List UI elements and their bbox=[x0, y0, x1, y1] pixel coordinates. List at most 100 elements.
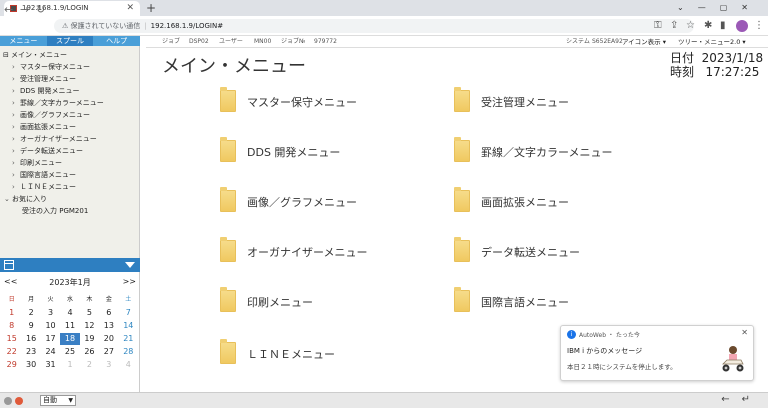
date-time-block: 日付 2023/1/18 時刻 17:27:25 bbox=[670, 51, 763, 79]
calendar-day[interactable]: 2 bbox=[21, 307, 40, 319]
chevron-right-icon: › bbox=[12, 135, 15, 143]
tree-item[interactable]: › 罫線／文字カラーメニュー bbox=[12, 97, 104, 109]
calendar-day[interactable]: 5 bbox=[80, 307, 99, 319]
menu-tab-spool[interactable]: スプール bbox=[46, 36, 94, 46]
calendar-day[interactable]: 7 bbox=[119, 307, 138, 319]
calendar-day[interactable]: 14 bbox=[119, 320, 138, 332]
more-menu-icon[interactable]: ⋮ bbox=[754, 20, 764, 32]
back-icon[interactable]: ← bbox=[4, 2, 13, 18]
tree-root[interactable]: ⊟ メイン・メニュー bbox=[3, 49, 67, 61]
calendar-day[interactable]: 18 bbox=[60, 333, 80, 345]
calendar-day[interactable]: 1 bbox=[2, 307, 21, 319]
calendar-day[interactable]: 1 bbox=[60, 359, 79, 371]
tree-menu-label: ツリー・メニュー2.0 bbox=[678, 38, 741, 46]
sidepanel-icon[interactable]: ▮ bbox=[720, 20, 726, 32]
date-label: 日付 bbox=[670, 51, 695, 65]
scooter-illustration-icon bbox=[722, 346, 744, 372]
tree-item[interactable]: › ＬＩＮＥメニュー bbox=[12, 181, 76, 193]
mode-select[interactable]: 自動 ▼ bbox=[40, 395, 76, 406]
icon-view-dropdown[interactable]: アイコン表示 ▾ bbox=[622, 37, 666, 47]
tree-item-label: 画面拡張メニュー bbox=[20, 123, 76, 131]
extensions-icon[interactable]: ✱ bbox=[704, 20, 712, 32]
stop-indicator-icon[interactable] bbox=[15, 397, 23, 405]
weekday-header: 木 bbox=[86, 296, 93, 303]
calendar-day[interactable]: 4 bbox=[60, 307, 79, 319]
tree-item[interactable]: › 画面拡張メニュー bbox=[12, 121, 76, 133]
tree-item[interactable]: › データ転送メニュー bbox=[12, 145, 83, 157]
calendar-day[interactable]: 29 bbox=[2, 359, 21, 371]
reload-icon[interactable]: ↻ bbox=[36, 2, 45, 18]
calendar-day[interactable]: 23 bbox=[21, 346, 40, 358]
new-tab-button[interactable]: + bbox=[146, 0, 156, 16]
calendar-day[interactable]: 27 bbox=[99, 346, 118, 358]
window-controls[interactable]: ⌄—▢✕ bbox=[677, 0, 762, 16]
tree-item-label: 印刷メニュー bbox=[20, 159, 62, 167]
close-tab-icon[interactable]: ✕ bbox=[126, 1, 134, 16]
collapse-calendar-icon[interactable] bbox=[125, 262, 135, 268]
tree-item[interactable]: › マスター保守メニュー bbox=[12, 61, 90, 73]
calendar-day[interactable]: 21 bbox=[119, 333, 138, 345]
calendar-day[interactable]: 8 bbox=[2, 320, 21, 332]
calendar-day[interactable]: 22 bbox=[2, 346, 21, 358]
tree-item[interactable]: › 画像／グラフメニュー bbox=[12, 109, 90, 121]
status-nav-icons[interactable]: ←↵ bbox=[721, 394, 762, 405]
notification-message: 本日２１時にシステムを停止します。 bbox=[567, 363, 677, 371]
menu-item-label: データ転送メニュー bbox=[481, 246, 580, 259]
status-indicator-icon[interactable] bbox=[4, 397, 12, 405]
calendar-day[interactable]: 28 bbox=[119, 346, 138, 358]
favorite-item-label: 受注の入力 PGM201 bbox=[22, 207, 89, 215]
calendar-day[interactable]: 3 bbox=[41, 307, 60, 319]
system-value: S652EA92 bbox=[592, 38, 623, 45]
weekday-header: 月 bbox=[28, 296, 35, 303]
notification-toast[interactable]: i AutoWeb ・ たった今 ✕ IBM i からのメッセージ 本日２１時に… bbox=[560, 325, 754, 381]
calendar-day[interactable]: 17 bbox=[41, 333, 60, 345]
calendar-day[interactable]: 15 bbox=[2, 333, 21, 345]
notification-source: AutoWeb ・ たった今 bbox=[579, 332, 640, 339]
tree-menu-dropdown[interactable]: ツリー・メニュー2.0 ▾ bbox=[678, 37, 746, 47]
calendar-day[interactable]: 25 bbox=[60, 346, 79, 358]
calendar-day[interactable]: 11 bbox=[60, 320, 79, 332]
menu-tab-help[interactable]: ヘルプ bbox=[93, 36, 140, 46]
calendar-next-button[interactable]: >> bbox=[123, 277, 136, 286]
calendar-day[interactable]: 2 bbox=[80, 359, 99, 371]
calendar-day[interactable]: 3 bbox=[99, 359, 118, 371]
calendar-day[interactable]: 4 bbox=[119, 359, 138, 371]
calendar-day[interactable]: 6 bbox=[99, 307, 118, 319]
warning-icon: ⚠ bbox=[62, 22, 71, 30]
bookmark-star-icon[interactable]: ☆ bbox=[686, 20, 695, 32]
menu-item-label: 印刷メニュー bbox=[247, 296, 313, 309]
tree-item[interactable]: › 国際言語メニュー bbox=[12, 169, 76, 181]
menu-tab-menu[interactable]: メニュー bbox=[0, 36, 47, 46]
close-icon[interactable]: ✕ bbox=[741, 328, 748, 337]
calendar-day[interactable]: 24 bbox=[41, 346, 60, 358]
calendar-title: 2023年1月 bbox=[49, 278, 91, 287]
chevron-right-icon: › bbox=[12, 111, 15, 119]
calendar-day[interactable]: 13 bbox=[99, 320, 118, 332]
calendar-day[interactable]: 26 bbox=[80, 346, 99, 358]
calendar-day[interactable]: 19 bbox=[80, 333, 99, 345]
calendar-day[interactable]: 10 bbox=[41, 320, 60, 332]
tree-item[interactable]: › オーガナイザーメニュー bbox=[12, 133, 97, 145]
tree-item-label: 国際言語メニュー bbox=[20, 171, 76, 179]
tree-favorites[interactable]: ⌄ お気に入り bbox=[4, 193, 47, 205]
tree-item[interactable]: › 受注管理メニュー bbox=[12, 73, 76, 85]
tree-item[interactable]: › 印刷メニュー bbox=[12, 157, 62, 169]
folder-icon bbox=[454, 237, 470, 262]
calendar-day[interactable]: 9 bbox=[21, 320, 40, 332]
address-bar[interactable]: ⚠ 保護されていない通信 | 192.168.1.9/LOGIN# bbox=[54, 19, 694, 33]
profile-avatar[interactable] bbox=[736, 20, 748, 32]
share-icon[interactable]: ⇪ bbox=[670, 20, 678, 32]
calendar-day[interactable]: 12 bbox=[80, 320, 99, 332]
calendar-day[interactable]: 20 bbox=[99, 333, 118, 345]
time-label: 時刻 bbox=[670, 65, 695, 79]
calendar-day[interactable]: 31 bbox=[41, 359, 60, 371]
calendar-day[interactable]: 16 bbox=[21, 333, 40, 345]
tree-item[interactable]: › DDS 開発メニュー bbox=[12, 85, 79, 97]
key-icon[interactable]: ⚿ bbox=[654, 20, 662, 32]
tab-title: 192.168.1.9/LOGIN bbox=[22, 4, 89, 12]
favorite-item[interactable]: 受注の入力 PGM201 bbox=[22, 205, 88, 217]
forward-icon[interactable]: → bbox=[20, 2, 29, 18]
calendar-day[interactable]: 30 bbox=[21, 359, 40, 371]
weekday-header: 土 bbox=[125, 296, 132, 303]
job-value: DSP02 bbox=[189, 38, 209, 45]
